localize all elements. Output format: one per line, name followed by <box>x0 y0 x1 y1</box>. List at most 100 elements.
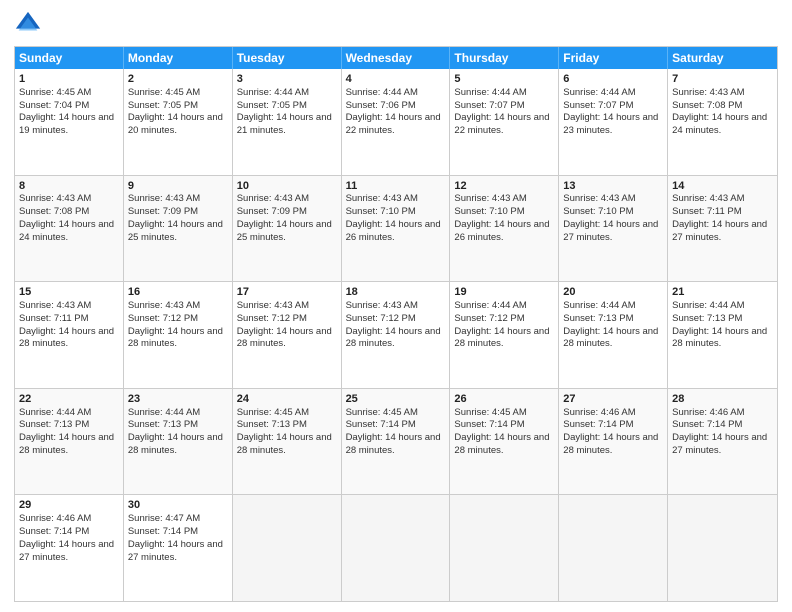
day-info: Sunrise: 4:44 AM Sunset: 7:06 PM Dayligh… <box>346 87 441 136</box>
day-number: 11 <box>346 179 446 194</box>
calendar-cell-empty <box>450 495 559 601</box>
calendar-cell-day-11: 11Sunrise: 4:43 AM Sunset: 7:10 PM Dayli… <box>342 176 451 282</box>
day-info: Sunrise: 4:43 AM Sunset: 7:11 PM Dayligh… <box>19 300 114 349</box>
calendar-cell-day-4: 4Sunrise: 4:44 AM Sunset: 7:06 PM Daylig… <box>342 69 451 175</box>
calendar-cell-day-17: 17Sunrise: 4:43 AM Sunset: 7:12 PM Dayli… <box>233 282 342 388</box>
calendar-cell-day-9: 9Sunrise: 4:43 AM Sunset: 7:09 PM Daylig… <box>124 176 233 282</box>
day-number: 16 <box>128 285 228 300</box>
day-number: 23 <box>128 392 228 407</box>
calendar-header-sunday: Sunday <box>15 47 124 69</box>
calendar-cell-day-3: 3Sunrise: 4:44 AM Sunset: 7:05 PM Daylig… <box>233 69 342 175</box>
day-info: Sunrise: 4:43 AM Sunset: 7:12 PM Dayligh… <box>237 300 332 349</box>
day-number: 30 <box>128 498 228 513</box>
calendar-cell-day-23: 23Sunrise: 4:44 AM Sunset: 7:13 PM Dayli… <box>124 389 233 495</box>
day-number: 28 <box>672 392 773 407</box>
calendar-body: 1Sunrise: 4:45 AM Sunset: 7:04 PM Daylig… <box>15 69 777 601</box>
calendar-cell-day-14: 14Sunrise: 4:43 AM Sunset: 7:11 PM Dayli… <box>668 176 777 282</box>
day-number: 19 <box>454 285 554 300</box>
day-info: Sunrise: 4:44 AM Sunset: 7:13 PM Dayligh… <box>672 300 767 349</box>
calendar-cell-day-2: 2Sunrise: 4:45 AM Sunset: 7:05 PM Daylig… <box>124 69 233 175</box>
logo-icon <box>14 10 42 38</box>
calendar-cell-empty <box>233 495 342 601</box>
calendar-cell-day-27: 27Sunrise: 4:46 AM Sunset: 7:14 PM Dayli… <box>559 389 668 495</box>
day-info: Sunrise: 4:43 AM Sunset: 7:10 PM Dayligh… <box>346 193 441 242</box>
calendar-header-wednesday: Wednesday <box>342 47 451 69</box>
calendar-header-row: SundayMondayTuesdayWednesdayThursdayFrid… <box>15 47 777 69</box>
day-number: 26 <box>454 392 554 407</box>
calendar-cell-day-30: 30Sunrise: 4:47 AM Sunset: 7:14 PM Dayli… <box>124 495 233 601</box>
main-container: SundayMondayTuesdayWednesdayThursdayFrid… <box>0 0 792 612</box>
calendar-header-saturday: Saturday <box>668 47 777 69</box>
calendar-header-monday: Monday <box>124 47 233 69</box>
day-info: Sunrise: 4:46 AM Sunset: 7:14 PM Dayligh… <box>19 513 114 562</box>
day-number: 29 <box>19 498 119 513</box>
calendar-week-2: 8Sunrise: 4:43 AM Sunset: 7:08 PM Daylig… <box>15 175 777 282</box>
day-number: 1 <box>19 72 119 87</box>
calendar-cell-day-24: 24Sunrise: 4:45 AM Sunset: 7:13 PM Dayli… <box>233 389 342 495</box>
day-info: Sunrise: 4:44 AM Sunset: 7:12 PM Dayligh… <box>454 300 549 349</box>
day-number: 7 <box>672 72 773 87</box>
calendar-cell-day-10: 10Sunrise: 4:43 AM Sunset: 7:09 PM Dayli… <box>233 176 342 282</box>
day-number: 18 <box>346 285 446 300</box>
day-info: Sunrise: 4:47 AM Sunset: 7:14 PM Dayligh… <box>128 513 223 562</box>
calendar-cell-empty <box>342 495 451 601</box>
calendar-cell-day-20: 20Sunrise: 4:44 AM Sunset: 7:13 PM Dayli… <box>559 282 668 388</box>
day-info: Sunrise: 4:44 AM Sunset: 7:07 PM Dayligh… <box>454 87 549 136</box>
day-number: 8 <box>19 179 119 194</box>
day-info: Sunrise: 4:43 AM Sunset: 7:12 PM Dayligh… <box>346 300 441 349</box>
day-number: 6 <box>563 72 663 87</box>
day-info: Sunrise: 4:43 AM Sunset: 7:08 PM Dayligh… <box>672 87 767 136</box>
calendar-cell-day-21: 21Sunrise: 4:44 AM Sunset: 7:13 PM Dayli… <box>668 282 777 388</box>
day-info: Sunrise: 4:43 AM Sunset: 7:09 PM Dayligh… <box>128 193 223 242</box>
calendar-cell-empty <box>668 495 777 601</box>
day-number: 22 <box>19 392 119 407</box>
day-number: 13 <box>563 179 663 194</box>
day-number: 4 <box>346 72 446 87</box>
calendar-cell-empty <box>559 495 668 601</box>
day-number: 20 <box>563 285 663 300</box>
day-number: 12 <box>454 179 554 194</box>
day-info: Sunrise: 4:43 AM Sunset: 7:12 PM Dayligh… <box>128 300 223 349</box>
day-info: Sunrise: 4:44 AM Sunset: 7:07 PM Dayligh… <box>563 87 658 136</box>
day-number: 3 <box>237 72 337 87</box>
day-info: Sunrise: 4:44 AM Sunset: 7:05 PM Dayligh… <box>237 87 332 136</box>
day-number: 15 <box>19 285 119 300</box>
calendar-cell-day-13: 13Sunrise: 4:43 AM Sunset: 7:10 PM Dayli… <box>559 176 668 282</box>
day-number: 9 <box>128 179 228 194</box>
day-info: Sunrise: 4:45 AM Sunset: 7:04 PM Dayligh… <box>19 87 114 136</box>
day-info: Sunrise: 4:44 AM Sunset: 7:13 PM Dayligh… <box>563 300 658 349</box>
day-info: Sunrise: 4:44 AM Sunset: 7:13 PM Dayligh… <box>19 407 114 456</box>
calendar-cell-day-18: 18Sunrise: 4:43 AM Sunset: 7:12 PM Dayli… <box>342 282 451 388</box>
day-number: 25 <box>346 392 446 407</box>
day-info: Sunrise: 4:43 AM Sunset: 7:10 PM Dayligh… <box>563 193 658 242</box>
day-info: Sunrise: 4:43 AM Sunset: 7:11 PM Dayligh… <box>672 193 767 242</box>
day-number: 2 <box>128 72 228 87</box>
page-header <box>14 10 778 38</box>
calendar-header-friday: Friday <box>559 47 668 69</box>
calendar-cell-day-6: 6Sunrise: 4:44 AM Sunset: 7:07 PM Daylig… <box>559 69 668 175</box>
day-info: Sunrise: 4:44 AM Sunset: 7:13 PM Dayligh… <box>128 407 223 456</box>
calendar-cell-day-1: 1Sunrise: 4:45 AM Sunset: 7:04 PM Daylig… <box>15 69 124 175</box>
calendar-cell-day-16: 16Sunrise: 4:43 AM Sunset: 7:12 PM Dayli… <box>124 282 233 388</box>
calendar-week-1: 1Sunrise: 4:45 AM Sunset: 7:04 PM Daylig… <box>15 69 777 175</box>
day-number: 24 <box>237 392 337 407</box>
calendar-week-3: 15Sunrise: 4:43 AM Sunset: 7:11 PM Dayli… <box>15 281 777 388</box>
day-number: 10 <box>237 179 337 194</box>
calendar-cell-day-15: 15Sunrise: 4:43 AM Sunset: 7:11 PM Dayli… <box>15 282 124 388</box>
calendar-cell-day-28: 28Sunrise: 4:46 AM Sunset: 7:14 PM Dayli… <box>668 389 777 495</box>
day-number: 5 <box>454 72 554 87</box>
calendar-cell-day-25: 25Sunrise: 4:45 AM Sunset: 7:14 PM Dayli… <box>342 389 451 495</box>
calendar-week-5: 29Sunrise: 4:46 AM Sunset: 7:14 PM Dayli… <box>15 494 777 601</box>
calendar-header-thursday: Thursday <box>450 47 559 69</box>
calendar-cell-day-12: 12Sunrise: 4:43 AM Sunset: 7:10 PM Dayli… <box>450 176 559 282</box>
day-info: Sunrise: 4:46 AM Sunset: 7:14 PM Dayligh… <box>672 407 767 456</box>
calendar: SundayMondayTuesdayWednesdayThursdayFrid… <box>14 46 778 602</box>
logo <box>14 10 46 38</box>
day-info: Sunrise: 4:45 AM Sunset: 7:13 PM Dayligh… <box>237 407 332 456</box>
day-number: 14 <box>672 179 773 194</box>
calendar-cell-day-5: 5Sunrise: 4:44 AM Sunset: 7:07 PM Daylig… <box>450 69 559 175</box>
day-info: Sunrise: 4:45 AM Sunset: 7:05 PM Dayligh… <box>128 87 223 136</box>
day-info: Sunrise: 4:45 AM Sunset: 7:14 PM Dayligh… <box>346 407 441 456</box>
calendar-header-tuesday: Tuesday <box>233 47 342 69</box>
day-info: Sunrise: 4:46 AM Sunset: 7:14 PM Dayligh… <box>563 407 658 456</box>
